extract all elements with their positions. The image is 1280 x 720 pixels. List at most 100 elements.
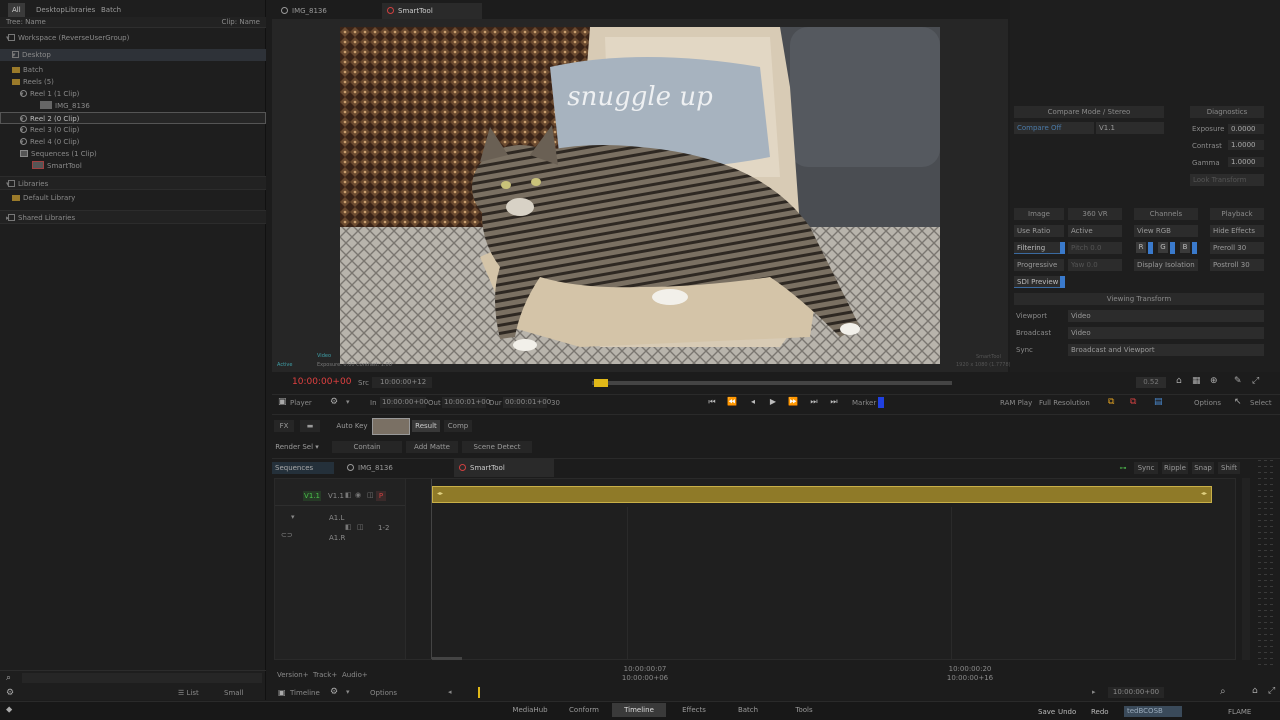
gear-icon[interactable]: ⚙ [6,688,14,698]
user-badge[interactable]: tedBCOSB [1124,706,1182,717]
snap-button[interactable]: Snap [1192,462,1214,474]
zoom-dropdown[interactable]: 0.52 [1136,377,1166,388]
src-timecode[interactable]: 10:00:00+12 [372,377,432,388]
sdi-preview-button[interactable]: SDI Preview [1014,276,1064,288]
tree-default-library[interactable]: ▸Default Library [0,192,266,204]
seq-tab-smarttool[interactable]: SmartTool [454,459,554,477]
ripple-button[interactable]: Ripple [1162,462,1188,474]
comp-tab[interactable]: Comp [444,420,472,432]
use-ratio-button[interactable]: Use Ratio [1014,225,1064,237]
add-matte-button[interactable]: Add Matte [406,441,458,453]
fullscreen-icon[interactable]: ⤢ [1252,376,1259,386]
timeline-scrollbar[interactable] [1242,478,1250,660]
look-transform-button[interactable]: Look Transform [1190,174,1264,186]
tree-workspace[interactable]: ▾ Workspace (ReverseUserGroup) [0,32,266,44]
scroll-right-icon[interactable]: ▸ [1092,688,1096,696]
scrubber-track[interactable] [592,381,952,385]
audio-add-button[interactable]: Audio+ [342,671,368,679]
hide-effects-button[interactable]: Hide Effects [1210,225,1264,237]
current-timecode[interactable]: 10:00:00+00 [292,377,351,387]
marker-button[interactable]: Marker [852,399,876,407]
clip-end-handle[interactable]: ◂▸ [1201,490,1207,497]
resolution-dropdown[interactable]: Full Resolution [1039,399,1090,407]
tree-sequences[interactable]: ▾Sequences (1 Clip) [0,148,266,160]
filtering-button[interactable]: Filtering [1014,242,1064,254]
play-reverse-icon[interactable]: ◂ [747,396,759,408]
tree-smarttool[interactable]: SmartTool [0,160,266,172]
shift-button[interactable]: Shift [1218,462,1240,474]
save-button[interactable]: Save [1038,708,1055,716]
pitch-field[interactable]: Pitch 0.0 [1068,242,1122,254]
source-icon[interactable]: ▬ [300,420,320,432]
in-timecode[interactable]: 10:00:00+00 [380,397,428,408]
tree-clip-img[interactable]: IMG_8136 [0,100,266,112]
sync-button[interactable]: Sync [1134,462,1158,474]
red-channel-button[interactable]: R [1136,242,1146,253]
audio-patch[interactable]: 1-2 [378,524,389,532]
dur-timecode[interactable]: 00:00:01+00 [503,397,551,408]
size-dropdown[interactable]: Small [224,689,243,697]
tree-reel-3[interactable]: ▾ Reel 3 (0 Clip) [0,124,266,136]
fx-button[interactable]: FX [274,420,294,432]
video-clip[interactable]: ◂▸ ◂▸ [432,486,1212,503]
marker-color-swatch[interactable] [878,397,884,408]
view-rgb-dropdown[interactable]: View RGB [1134,225,1198,237]
sync-dropdown[interactable]: Broadcast and Viewport [1068,344,1264,356]
timeline-area[interactable]: V1.1 V1.1 ◧ ◉ ◫ P ▾ A1.L ◧ ◫ 1-2 ⊂⊃ A1.R… [274,478,1236,660]
video-source-patch[interactable]: V1.1 [303,491,321,501]
player-label[interactable]: Player [290,399,312,407]
contrast-slider[interactable]: 1.0000 [1228,140,1264,150]
playhead-line[interactable] [431,479,432,659]
postroll-field[interactable]: Postroll 30 [1210,259,1264,271]
footer-tab-mediahub[interactable]: MediaHub [502,703,558,717]
select-tool[interactable]: Select [1250,399,1272,407]
layout-icon[interactable]: ▤ [1154,397,1163,407]
track-eye-icon[interactable]: ◉ [355,491,361,499]
clip-start-handle[interactable]: ◂▸ [437,490,443,497]
tab-libraries[interactable]: Libraries [61,3,99,17]
go-to-start-icon[interactable]: ⏮ [706,396,718,408]
libraries-section[interactable]: ▾ Libraries [0,176,266,190]
step-forward-icon[interactable]: ⏭ [808,396,820,408]
tab-batch[interactable]: Batch [97,3,125,17]
viewport-dropdown[interactable]: Video [1068,310,1264,322]
clip-sort-label[interactable]: Clip: Name [222,18,260,26]
compare-off-button[interactable]: Compare Off [1014,122,1094,134]
auto-key-button[interactable]: Auto Key [332,420,372,432]
timeline-options-dropdown[interactable]: Options [370,689,397,697]
search-icon[interactable]: ⌕ [1220,686,1226,697]
primary-track-toggle[interactable]: P [376,491,386,501]
broadcast-dropdown[interactable]: Video [1068,327,1264,339]
fit-icon[interactable]: ⤢ [1268,686,1275,696]
clip-thumbnail[interactable] [372,418,410,435]
tree-desktop[interactable]: ▾ Desktop [0,49,266,61]
shared-libraries-section[interactable]: ▸ Shared Libraries [0,210,266,224]
footer-tab-batch[interactable]: Batch [722,703,774,717]
preroll-field[interactable]: Preroll 30 [1210,242,1264,254]
compare-source-field[interactable]: V1.1 [1096,122,1164,134]
footer-tab-timeline[interactable]: Timeline [612,703,666,717]
gear-icon[interactable]: ⚙ [330,397,338,407]
seq-tab-img[interactable]: IMG_8136 [342,459,452,477]
redo-button[interactable]: Redo [1091,708,1109,716]
crosshair-icon[interactable]: ⊕ [1210,376,1218,386]
record-stop-icon[interactable]: ⧉ [1130,397,1136,407]
timeline-scroll-mini[interactable] [432,657,462,660]
next-frame-icon[interactable]: ⏩ [787,396,799,408]
track-lock-icon[interactable]: ◧ [345,491,352,499]
viewer-tab-img[interactable]: IMG_8136 [276,3,380,19]
chevron-down-icon[interactable]: ▾ [346,688,350,696]
scroll-left-icon[interactable]: ◂ [448,688,452,696]
tree-reel-1[interactable]: ▾ Reel 1 (1 Clip) [0,88,266,100]
grid-icon[interactable]: ▦ [1192,376,1201,386]
result-tab[interactable]: Result [412,420,440,432]
display-isolation-button[interactable]: Display Isolation [1134,259,1198,271]
search-icon[interactable]: ⌕ [6,673,11,683]
contain-button[interactable]: Contain [332,441,402,453]
pointer-icon[interactable]: ↖ [1234,397,1242,407]
tree-sort-label[interactable]: Tree: Name [6,18,46,26]
track-add-button[interactable]: Track+ [313,671,337,679]
home-icon[interactable]: ⌂ [1252,686,1258,696]
chevron-down-icon[interactable]: ▾ [346,398,350,406]
go-to-end-icon[interactable]: ⏭ [828,396,840,408]
